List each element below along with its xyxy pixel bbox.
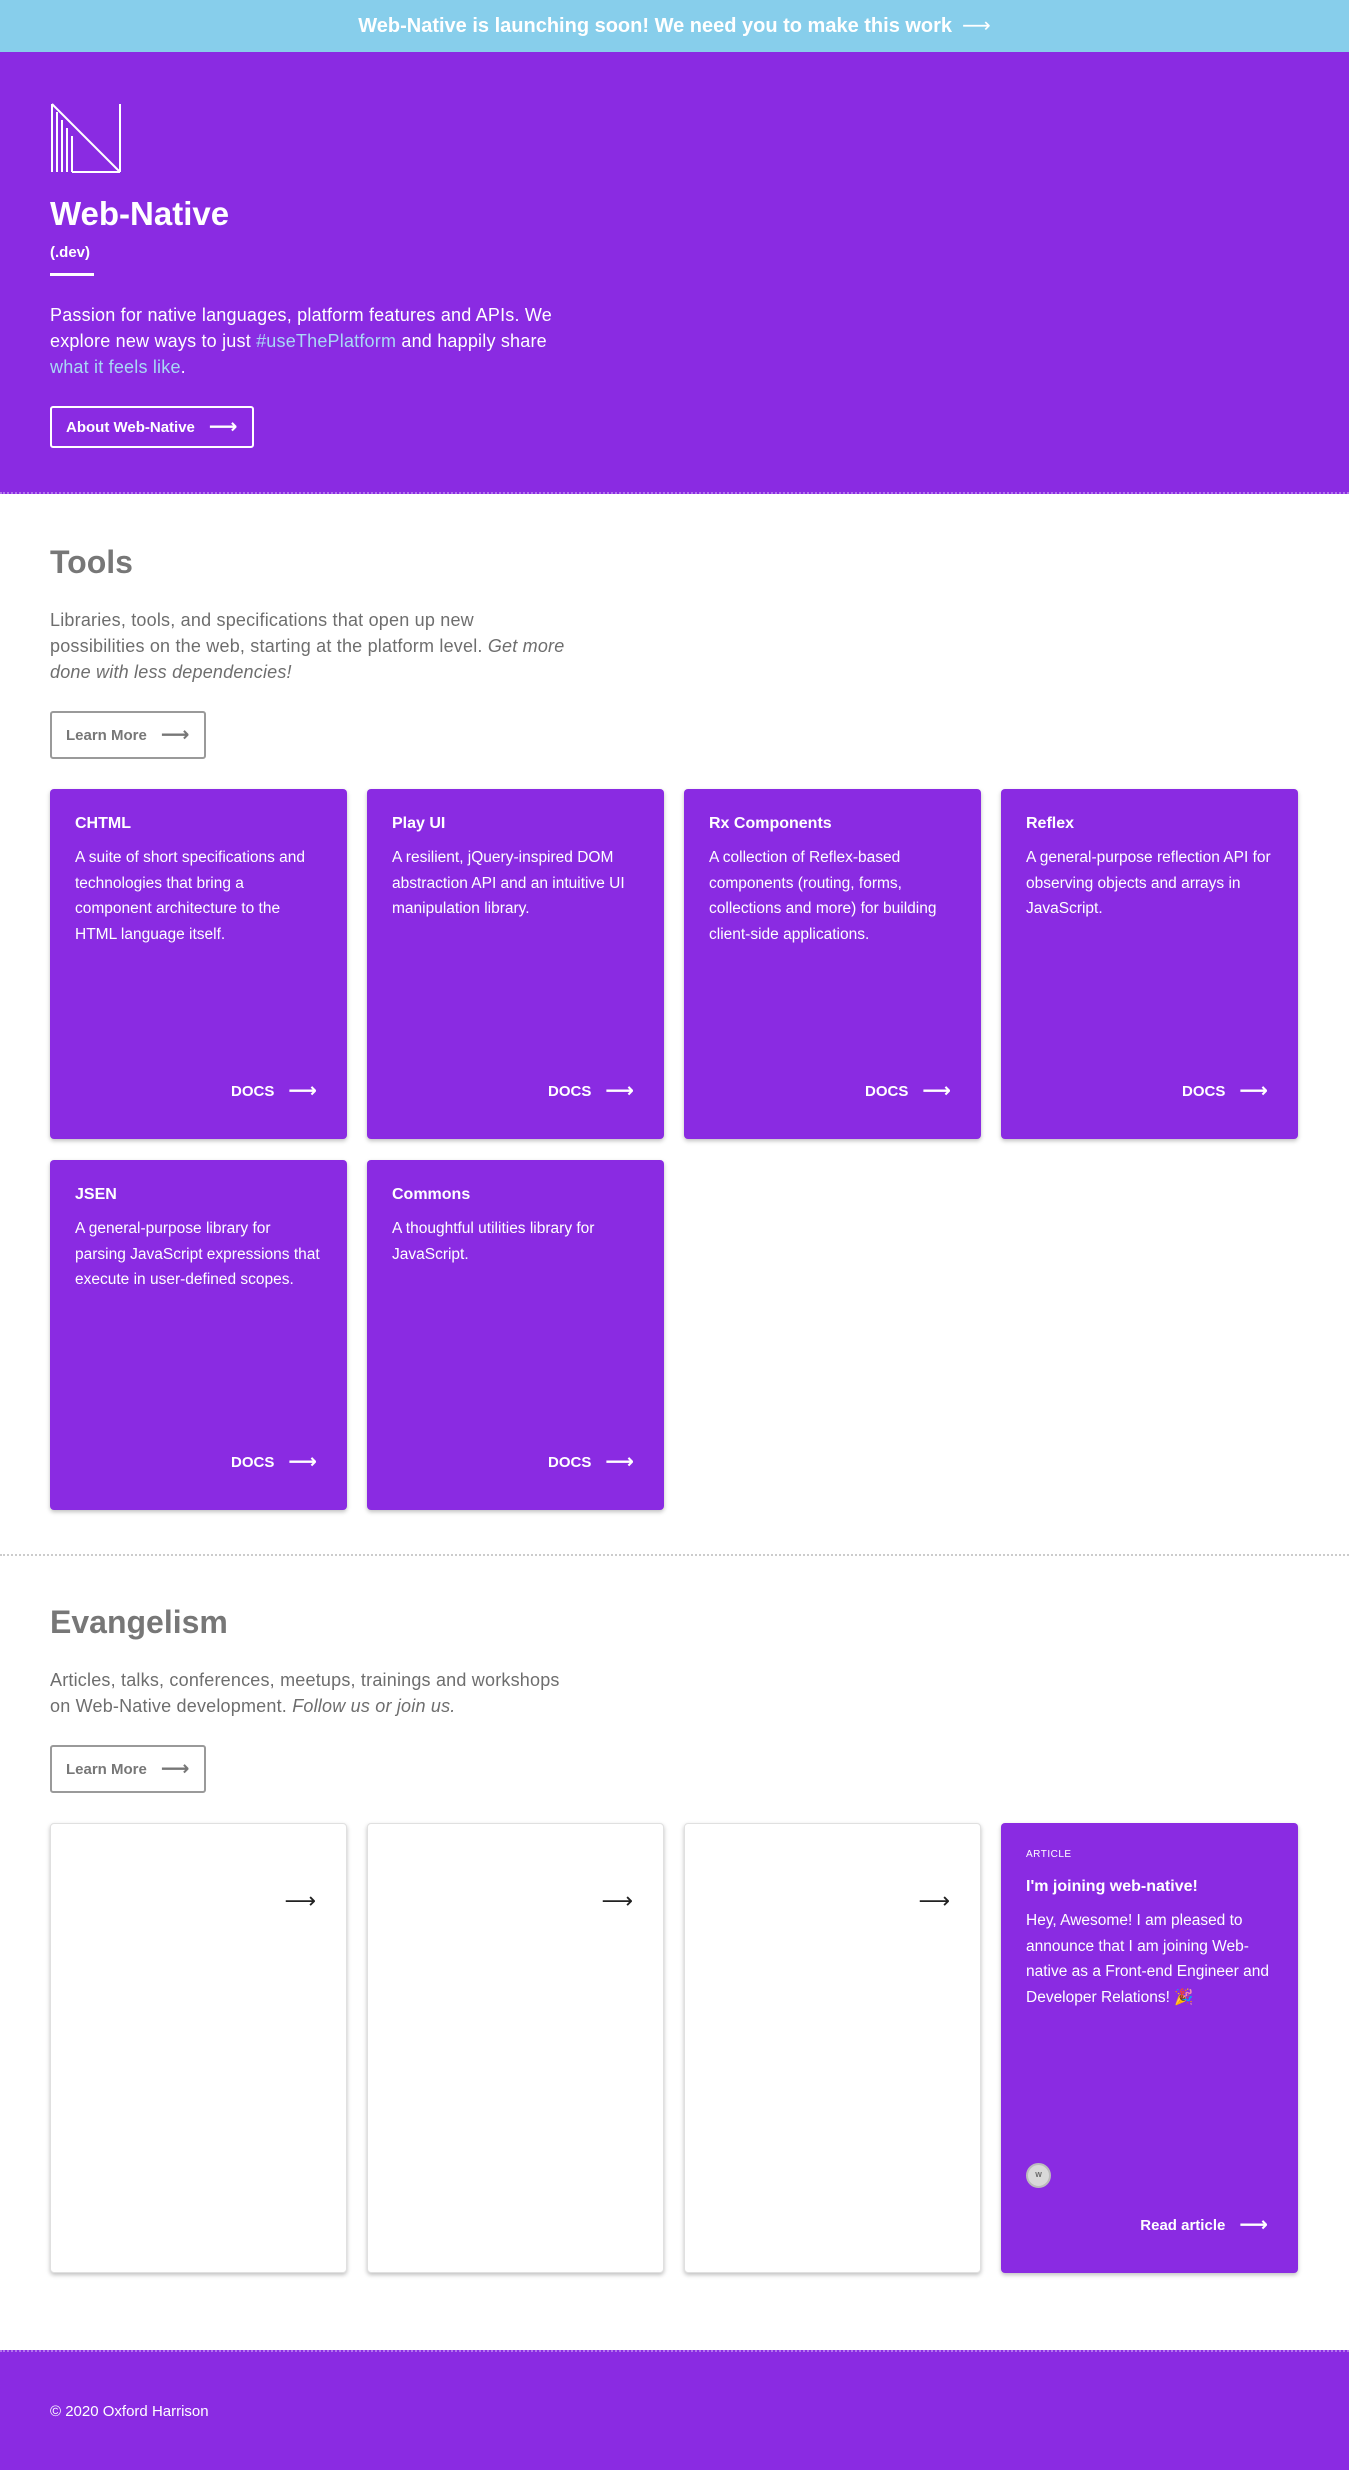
evangelism-card[interactable]: ⟶ [684, 1823, 981, 2273]
launch-banner[interactable]: Web-Native is launching soon! We need yo… [0, 0, 1349, 52]
docs-link[interactable]: DOCS ⟶ [231, 1081, 317, 1101]
arrow-right-icon: ⟶ [160, 724, 190, 746]
tool-card-description: A thoughtful utilities library for JavaS… [392, 1220, 595, 1263]
tool-card-description: A resilient, jQuery-inspired DOM abstrac… [392, 849, 625, 917]
tool-card-title: Reflex [1026, 815, 1075, 832]
docs-link[interactable]: DOCS ⟶ [231, 1452, 317, 1472]
article-description: Hey, Awesome! I am pleased to announce t… [1026, 1912, 1269, 2006]
tool-card-description: A general-purpose library for parsing Ja… [75, 1220, 320, 1288]
tools-text: Libraries, tools, and specifications tha… [50, 610, 488, 656]
tool-card-title: Commons [392, 1186, 471, 1203]
tools-learn-more-button[interactable]: Learn More ⟶ [50, 711, 206, 759]
arrow-right-icon[interactable]: ⟶ [918, 1888, 950, 1914]
tool-card-title: Rx Components [709, 815, 832, 832]
article-title: I'm joining web-native! [1026, 1878, 1198, 1895]
banner-text: Web-Native is launching soon! We need yo… [358, 14, 953, 37]
copyright-text: © 2020 Oxford Harrison [50, 2402, 209, 2420]
author-avatar: W [1026, 2163, 1051, 2188]
tools-grid: CHTML A suite of short specifications an… [50, 789, 1299, 1510]
docs-label: DOCS [1181, 1082, 1226, 1100]
docs-label: DOCS [864, 1082, 909, 1100]
tool-card[interactable]: Play UI A resilient, jQuery-inspired DOM… [367, 789, 664, 1139]
arrow-right-icon: ⟶ [288, 1451, 317, 1473]
arrow-right-icon: ⟶ [208, 416, 238, 438]
evangelism-grid: ⟶ ⟶ ⟶ ARTICLE I'm joining web-native! He… [50, 1823, 1299, 2273]
arrow-right-icon: ⟶ [922, 1080, 951, 1102]
hero-section: Web-Native (.dev) Passion for native lan… [0, 52, 1349, 494]
learn-more-label: Learn More [66, 726, 147, 744]
tool-card[interactable]: CHTML A suite of short specifications an… [50, 789, 347, 1139]
docs-link[interactable]: DOCS ⟶ [865, 1081, 951, 1101]
arrow-right-icon: ⟶ [1239, 1080, 1268, 1102]
evangelism-learn-more-button[interactable]: Learn More ⟶ [50, 1745, 206, 1793]
tool-card-description: A collection of Reflex-based components … [709, 849, 937, 943]
docs-label: DOCS [547, 1082, 592, 1100]
docs-label: DOCS [230, 1453, 275, 1471]
hero-text-part: . [180, 357, 186, 377]
arrow-right-icon[interactable]: ⟶ [601, 1888, 633, 1914]
arrow-right-icon: ⟶ [160, 1758, 190, 1780]
tool-card[interactable]: Reflex A general-purpose reflection API … [1001, 789, 1298, 1139]
arrow-right-icon: ⟶ [1239, 2214, 1268, 2236]
hero-text-part: and happily share [396, 331, 547, 351]
tools-title: Tools [50, 544, 133, 580]
about-button-label: About Web-Native [66, 418, 195, 436]
docs-link[interactable]: DOCS ⟶ [1182, 1081, 1268, 1101]
arrow-right-icon: ⟶ [605, 1451, 634, 1473]
read-article-label: Read article [1140, 2216, 1226, 2234]
docs-label: DOCS [230, 1082, 275, 1100]
tool-card[interactable]: JSEN A general-purpose library for parsi… [50, 1160, 347, 1510]
docs-link[interactable]: DOCS ⟶ [548, 1452, 634, 1472]
evangelism-title: Evangelism [50, 1604, 228, 1640]
what-it-feels-like-link[interactable]: what it feels like [50, 357, 181, 377]
learn-more-label: Learn More [66, 1760, 147, 1778]
tool-card[interactable]: Commons A thoughtful utilities library f… [367, 1160, 664, 1510]
article-card[interactable]: ARTICLE I'm joining web-native! Hey, Awe… [1001, 1823, 1298, 2273]
evangelism-description: Articles, talks, conferences, meetups, t… [50, 1667, 570, 1719]
tool-card[interactable]: Rx Components A collection of Reflex-bas… [684, 789, 981, 1139]
evangelism-card[interactable]: ⟶ [367, 1823, 664, 2273]
evangelism-text-emphasis: Follow us or join us. [292, 1696, 456, 1716]
tool-card-title: Play UI [392, 815, 446, 832]
site-footer: © 2020 Oxford Harrison [0, 2350, 1349, 2470]
tool-card-title: CHTML [75, 815, 131, 832]
tool-card-title: JSEN [75, 1186, 117, 1203]
arrow-right-icon: ⟶ [962, 15, 991, 37]
tools-description: Libraries, tools, and specifications tha… [50, 607, 570, 685]
evangelism-card[interactable]: ⟶ [50, 1823, 347, 2273]
read-article-link[interactable]: Read article ⟶ [1140, 2215, 1268, 2235]
tools-section: Tools Libraries, tools, and specificatio… [0, 494, 1349, 1556]
web-native-logo [51, 103, 121, 173]
site-title: Web-Native [50, 195, 230, 232]
arrow-right-icon[interactable]: ⟶ [284, 1888, 316, 1914]
article-kind-label: ARTICLE [1026, 1849, 1072, 1860]
use-the-platform-link[interactable]: #useThePlatform [256, 331, 396, 351]
site-subtitle: (.dev) [50, 244, 91, 261]
arrow-right-icon: ⟶ [605, 1080, 634, 1102]
docs-link[interactable]: DOCS ⟶ [548, 1081, 634, 1101]
docs-label: DOCS [547, 1453, 592, 1471]
evangelism-section: Evangelism Articles, talks, conferences,… [0, 1556, 1349, 2350]
about-web-native-button[interactable]: About Web-Native ⟶ [50, 406, 254, 448]
tool-card-description: A suite of short specifications and tech… [75, 849, 306, 943]
tool-card-description: A general-purpose reflection API for obs… [1026, 849, 1271, 917]
hero-description: Passion for native languages, platform f… [50, 302, 570, 380]
arrow-right-icon: ⟶ [288, 1080, 317, 1102]
title-divider [50, 273, 94, 276]
